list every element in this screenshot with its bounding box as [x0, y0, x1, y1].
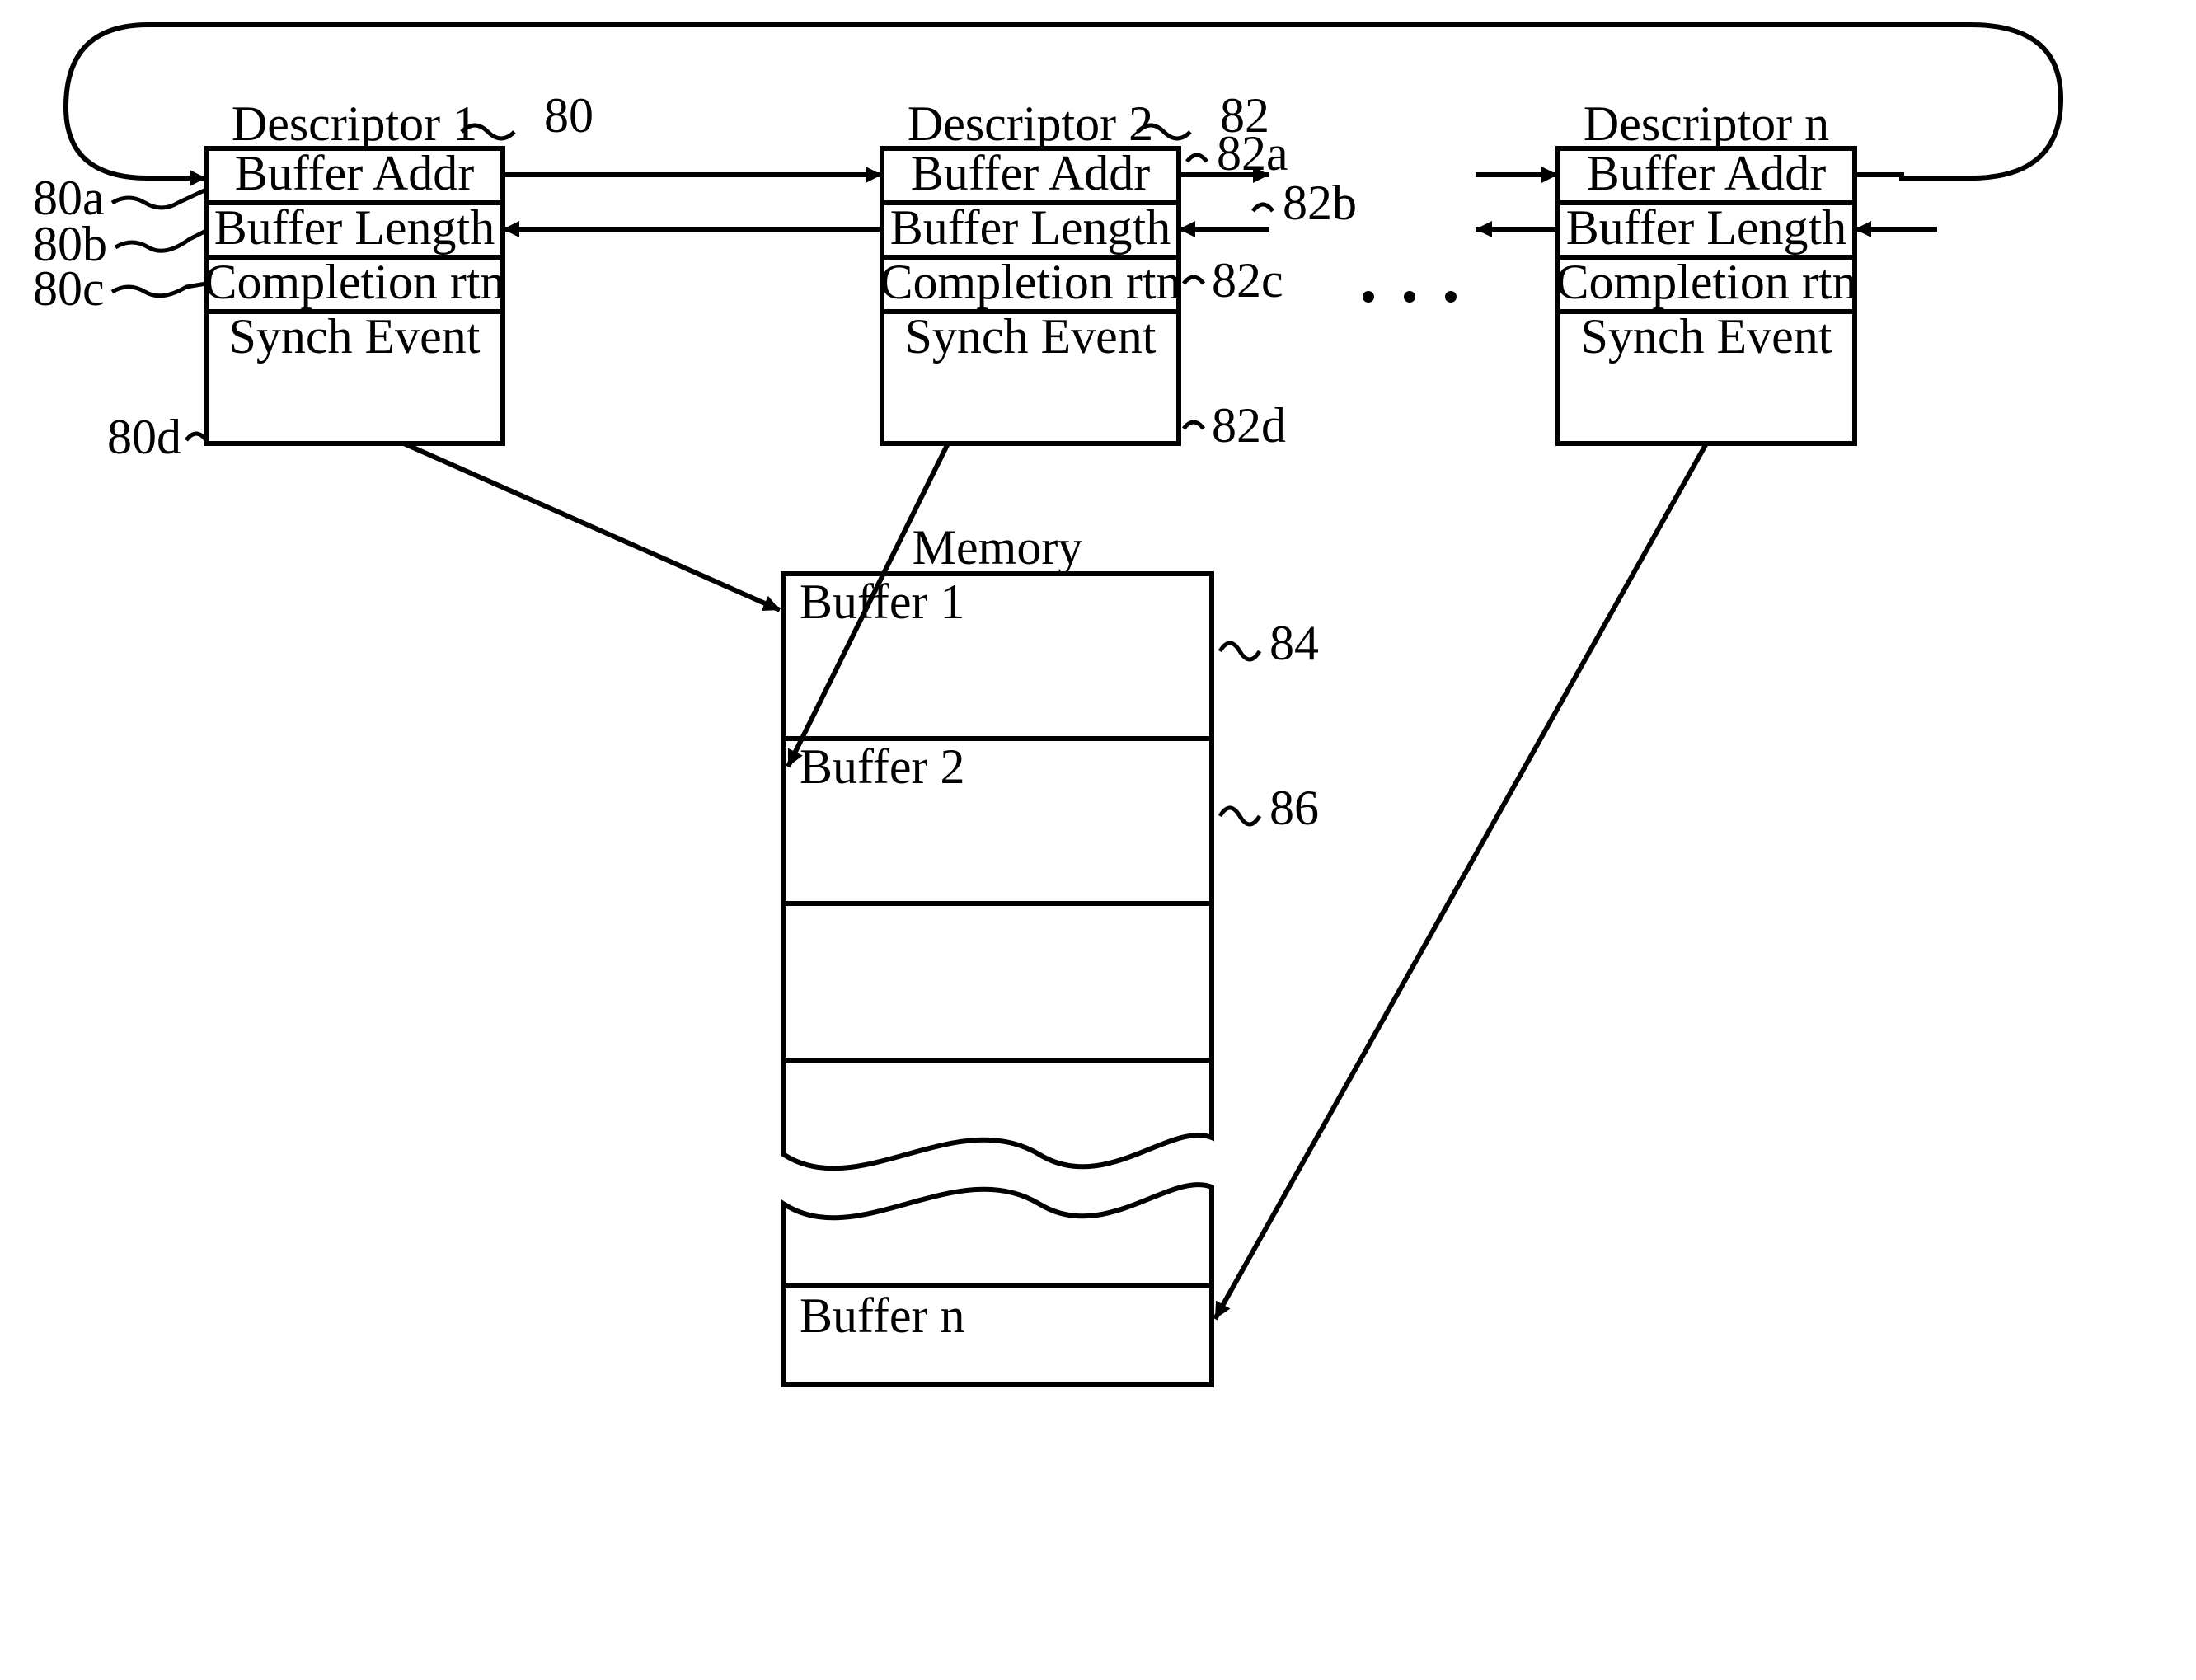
memory-title: Memory	[913, 520, 1083, 575]
memory-tear-top	[783, 1060, 1212, 1168]
d1-row-buffer-length: Buffer Length	[214, 200, 495, 255]
d1-row-buffer-addr: Buffer Addr	[235, 146, 475, 200]
dn-row-buffer-addr: Buffer Addr	[1587, 146, 1827, 200]
ref-82b: 82b	[1283, 176, 1357, 230]
dn-row-buffer-length: Buffer Length	[1566, 200, 1846, 255]
memory-buffer-2: Buffer 2	[800, 739, 965, 794]
d2-row-buffer-addr: Buffer Addr	[911, 146, 1151, 200]
diagram-root: Descriptor 1 Buffer Addr Buffer Length C…	[0, 0, 2196, 1680]
descriptor-1-title: Descriptor 1	[232, 96, 477, 151]
squiggle-86	[1220, 808, 1260, 824]
memory-buffer-n: Buffer n	[800, 1288, 965, 1343]
squiggle-84	[1220, 643, 1260, 659]
squiggle-82c	[1184, 277, 1204, 284]
memory-buffer-1: Buffer 1	[800, 575, 965, 629]
squiggle-82d	[1184, 422, 1204, 429]
ref-82c: 82c	[1212, 253, 1283, 307]
dn-row-completion: Completion rtn	[1556, 255, 1857, 309]
descriptor-2: Descriptor 2 Buffer Addr Buffer Length C…	[880, 96, 1181, 443]
d2-row-synch: Synch Event	[905, 309, 1157, 364]
d1-row-synch: Synch Event	[229, 309, 481, 364]
ref-80: 80	[544, 88, 594, 143]
descriptor-2-title: Descriptor 2	[908, 96, 1153, 151]
ref-82d: 82d	[1212, 398, 1286, 453]
squiggle-80a	[112, 190, 206, 208]
memory-tear-bottom	[783, 1185, 1212, 1286]
squiggle-80d	[186, 434, 206, 440]
arrow-d1-to-buf1	[404, 443, 780, 610]
descriptor-n-title: Descriptor n	[1584, 96, 1829, 151]
ref-80c: 80c	[33, 261, 105, 316]
squiggle-80c	[112, 284, 206, 296]
ref-84: 84	[1269, 616, 1319, 670]
d1-row-completion: Completion rtn	[204, 255, 505, 309]
arrow-dn-to-bufn	[1215, 443, 1706, 1319]
squiggle-82a	[1187, 155, 1207, 162]
squiggle-82b	[1253, 204, 1273, 211]
descriptor-1: Descriptor 1 Buffer Addr Buffer Length C…	[204, 96, 505, 443]
dn-row-synch: Synch Event	[1581, 309, 1832, 364]
d2-row-completion: Completion rtn	[880, 255, 1181, 309]
ellipsis-dots	[1363, 292, 1456, 302]
ref-86: 86	[1269, 781, 1319, 835]
ref-82a: 82a	[1217, 126, 1288, 181]
d2-row-buffer-length: Buffer Length	[890, 200, 1171, 255]
ref-80d: 80d	[107, 410, 181, 464]
descriptor-n: Descriptor n Buffer Addr Buffer Length C…	[1556, 96, 1857, 443]
squiggle-80b	[115, 231, 206, 251]
